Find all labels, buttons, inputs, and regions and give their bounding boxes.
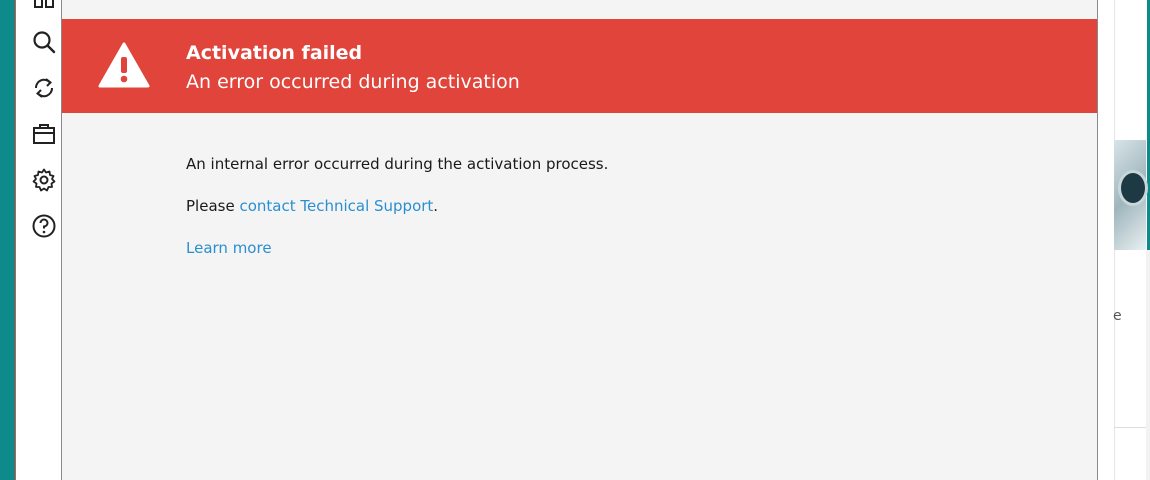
sidebar xyxy=(16,0,62,480)
please-prefix: Please xyxy=(186,197,240,215)
background-divider xyxy=(1114,427,1146,428)
contact-support-link[interactable]: contact Technical Support xyxy=(239,197,433,215)
dashboard-icon[interactable] xyxy=(30,0,58,16)
help-question-icon[interactable] xyxy=(30,212,58,240)
background-robot-image xyxy=(1114,140,1148,250)
learn-more-link[interactable]: Learn more xyxy=(186,239,272,257)
warning-triangle-icon xyxy=(98,42,150,88)
search-icon[interactable] xyxy=(30,28,58,56)
please-suffix: . xyxy=(433,197,439,215)
error-banner: Activation failed An error occurred duri… xyxy=(62,19,1097,113)
error-message: An internal error occurred during the ac… xyxy=(186,155,609,173)
briefcase-icon[interactable] xyxy=(30,120,58,148)
activation-error-dialog: Activation failed An error occurred duri… xyxy=(61,0,1098,480)
refresh-icon[interactable] xyxy=(30,74,58,102)
settings-gear-icon[interactable] xyxy=(30,166,58,194)
support-line: Please contact Technical Support. xyxy=(186,197,438,215)
error-subtitle: An error occurred during activation xyxy=(186,71,520,93)
error-title: Activation failed xyxy=(186,42,363,64)
background-strip xyxy=(1146,250,1150,480)
background-partial-text: e xyxy=(1113,308,1122,324)
